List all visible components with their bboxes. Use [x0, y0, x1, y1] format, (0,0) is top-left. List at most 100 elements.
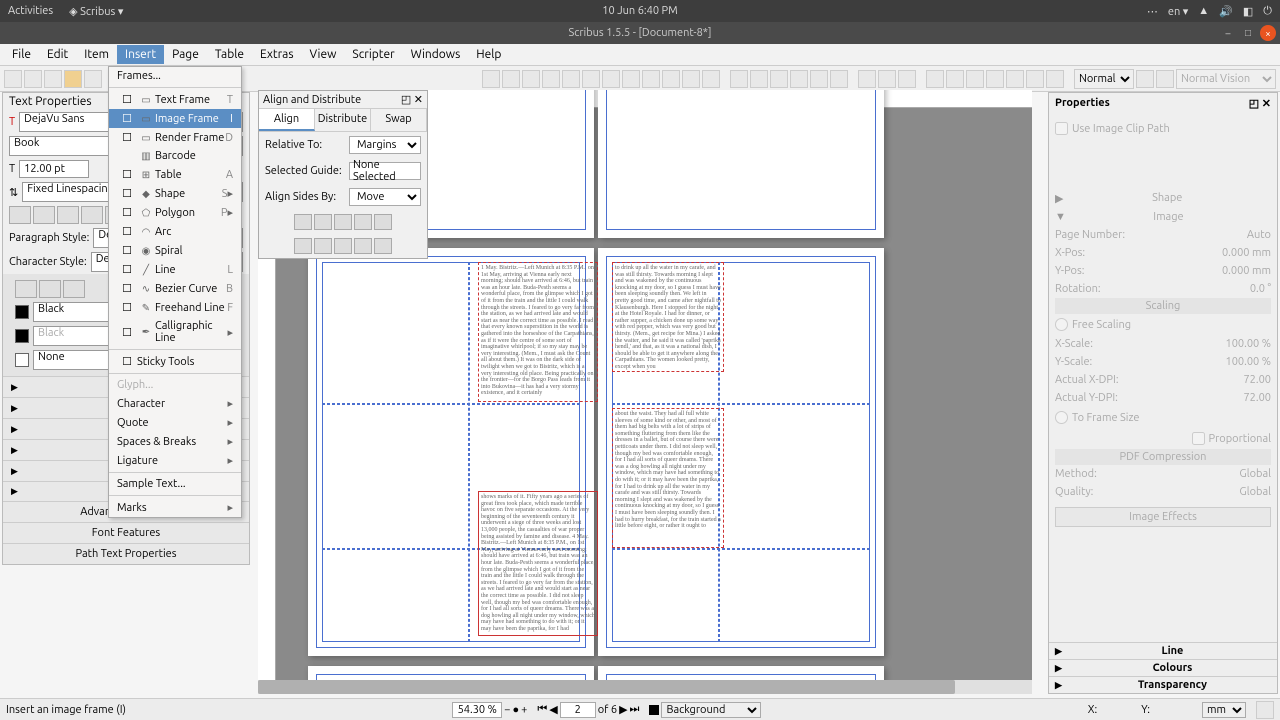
style-icon[interactable]: [63, 280, 85, 298]
align-sides-select[interactable]: Move: [349, 188, 421, 206]
page-2[interactable]: 1 May. Bistritz.—Left Munich at 8:35 P.M…: [308, 248, 594, 656]
close-button[interactable]: ×: [1260, 25, 1276, 41]
tab-swap[interactable]: Swap: [371, 109, 427, 131]
rotate-icon[interactable]: [730, 70, 748, 88]
close-icon[interactable]: [64, 70, 82, 88]
status-icon[interactable]: [1256, 701, 1274, 719]
maximize-button[interactable]: □: [1240, 25, 1256, 41]
callig-icon[interactable]: [702, 70, 720, 88]
menu-ligature[interactable]: Ligature▸: [109, 451, 241, 470]
tab-distribute[interactable]: Distribute: [315, 109, 371, 131]
align-hcenter-icon[interactable]: [314, 214, 332, 230]
relative-to-select[interactable]: Margins: [349, 136, 421, 154]
new-icon[interactable]: [4, 70, 22, 88]
align-justify-icon[interactable]: [81, 206, 103, 224]
page-1b-bottom[interactable]: [598, 90, 884, 238]
zoom-out-icon[interactable]: −: [504, 704, 510, 716]
activities-button[interactable]: Activities: [8, 5, 53, 18]
pdf-icon[interactable]: [1006, 70, 1024, 88]
tool-icon[interactable]: [542, 70, 560, 88]
spiral-icon[interactable]: [622, 70, 640, 88]
line-icon[interactable]: [642, 70, 660, 88]
menu-character[interactable]: Character▸: [109, 394, 241, 413]
pdf-icon[interactable]: [986, 70, 1004, 88]
text-frame-2[interactable]: to drink up all the water in my carafe, …: [612, 262, 724, 372]
print-icon[interactable]: [84, 70, 102, 88]
menu-view[interactable]: View: [302, 45, 345, 64]
tray-icon[interactable]: ⋯: [1147, 5, 1158, 18]
menu-sample-text[interactable]: Sample Text...: [109, 475, 241, 493]
close-panel-icon[interactable]: ✕: [414, 94, 423, 106]
menu-line[interactable]: ☐╱LineL: [109, 260, 241, 279]
text-frame-3[interactable]: about the waist. They had all full white…: [612, 408, 724, 548]
menu-arc[interactable]: ☐◠Arc: [109, 222, 241, 241]
tool-icon[interactable]: [482, 70, 500, 88]
text-frame-1[interactable]: 1 May. Bistritz.—Left Munich at 8:35 P.M…: [478, 262, 598, 402]
undock-icon[interactable]: ◰: [401, 94, 411, 106]
story-icon[interactable]: [790, 70, 808, 88]
accordion-colours[interactable]: ▶Colours: [1049, 659, 1277, 676]
menu-image-frame[interactable]: ☐▭Image FrameI: [109, 109, 241, 128]
menu-insert[interactable]: Insert: [117, 45, 164, 64]
menu-file[interactable]: File: [4, 45, 39, 64]
align-right-icon[interactable]: [57, 206, 79, 224]
zoom-icon[interactable]: [750, 70, 768, 88]
align-center-icon[interactable]: [33, 206, 55, 224]
menu-barcode[interactable]: ▥Barcode: [109, 147, 241, 165]
zoom-input[interactable]: [452, 702, 502, 718]
pdf-icon[interactable]: [1026, 70, 1044, 88]
menu-table[interactable]: Table: [207, 45, 252, 64]
zoom-reset-icon[interactable]: ●: [512, 704, 519, 716]
minimize-button[interactable]: –: [1220, 25, 1236, 41]
menu-marks[interactable]: Marks▸: [109, 498, 241, 517]
page-first-icon[interactable]: ⏮: [537, 703, 547, 716]
menu-shape[interactable]: ☐◆ShapeS▸: [109, 184, 241, 203]
menu-spiral[interactable]: ☐◉Spiral: [109, 241, 241, 260]
align-left-icon[interactable]: [294, 214, 312, 230]
menu-polygon[interactable]: ☐⬠PolygonP▸: [109, 203, 241, 222]
pdf-icon[interactable]: [926, 70, 944, 88]
pdf-icon[interactable]: [1046, 70, 1064, 88]
menu-windows[interactable]: Windows: [403, 45, 469, 64]
menu-edit[interactable]: Edit: [39, 45, 76, 64]
polygon-icon[interactable]: [582, 70, 600, 88]
view-mode-select[interactable]: Normal: [1074, 69, 1134, 89]
page-3[interactable]: to drink up all the water in my carafe, …: [598, 248, 884, 656]
align-right-icon[interactable]: [334, 214, 352, 230]
align-spread-icon[interactable]: [354, 214, 372, 230]
align-left-icon[interactable]: [9, 206, 31, 224]
accordion-transparency[interactable]: ▶Transparency: [1049, 676, 1277, 693]
align-vcenter-icon[interactable]: [314, 238, 332, 254]
app-indicator[interactable]: ◈ Scribus ▾: [69, 5, 123, 18]
accordion-line[interactable]: ▶Line: [1049, 642, 1277, 659]
battery-icon[interactable]: ◧: [1243, 5, 1253, 18]
volume-icon[interactable]: 🔊: [1219, 5, 1233, 18]
menu-scripter[interactable]: Scripter: [344, 45, 402, 64]
menu-render-frame[interactable]: ☐▭Render FrameD: [109, 128, 241, 147]
menu-calligraphic[interactable]: ☐✒Calligraphic Line▸: [109, 317, 241, 347]
zoom-in-icon[interactable]: +: [521, 704, 527, 716]
copy-props-icon[interactable]: [878, 70, 896, 88]
measure-icon[interactable]: [858, 70, 876, 88]
menu-spaces-breaks[interactable]: Spaces & Breaks▸: [109, 432, 241, 451]
style-icon[interactable]: [15, 280, 37, 298]
power-icon[interactable]: ⏻: [1263, 5, 1272, 18]
menu-page[interactable]: Page: [164, 45, 207, 64]
tab-align[interactable]: Align: [259, 109, 315, 131]
network-icon[interactable]: ▲: [1198, 5, 1209, 17]
menu-freehand[interactable]: ☐✎Freehand LineF: [109, 298, 241, 317]
menu-help[interactable]: Help: [468, 45, 509, 64]
menu-extras[interactable]: Extras: [252, 45, 302, 64]
align-bottom-icon[interactable]: [334, 238, 352, 254]
menu-sticky-tools[interactable]: ☐Sticky Tools: [109, 352, 241, 371]
eyedrop-icon[interactable]: [898, 70, 916, 88]
text-frame-4[interactable]: shows marks of it. Fifty years ago a ser…: [478, 491, 598, 636]
undock-icon[interactable]: ◰: [1249, 98, 1259, 110]
menu-item[interactable]: Item: [76, 45, 117, 64]
arc-icon[interactable]: [602, 70, 620, 88]
page-last-icon[interactable]: ⏭: [630, 703, 640, 716]
shape-icon[interactable]: [562, 70, 580, 88]
accordion-path-text[interactable]: Path Text Properties: [3, 543, 249, 564]
menu-frames[interactable]: Frames...: [109, 67, 241, 85]
align-vedge-icon[interactable]: [374, 238, 392, 254]
